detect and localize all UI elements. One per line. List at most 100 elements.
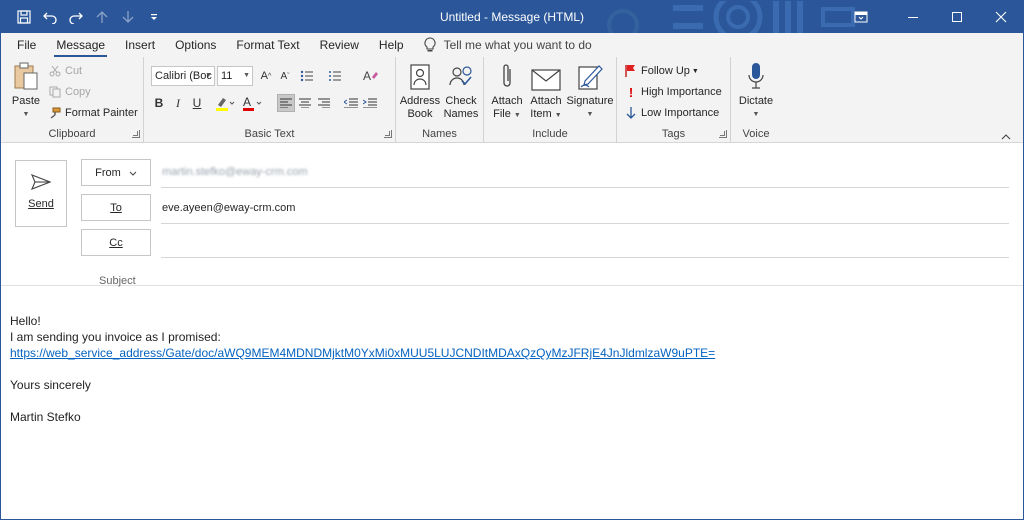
cc-divider: [161, 257, 1009, 258]
lightbulb-icon: [424, 37, 436, 52]
high-importance-button[interactable]: ! High Importance: [625, 82, 722, 102]
tab-review[interactable]: Review: [310, 33, 369, 57]
from-label: From: [95, 166, 121, 179]
signature-label: Signature: [566, 95, 614, 107]
copy-icon: [49, 86, 61, 98]
font-color-icon[interactable]: A: [241, 94, 263, 112]
include-group-label: Include: [532, 128, 568, 140]
numbering-icon[interactable]: [327, 67, 345, 85]
tab-message[interactable]: Message: [46, 33, 115, 57]
follow-up-label: Follow Up: [641, 65, 690, 77]
follow-up-button[interactable]: Follow Up ▼: [625, 61, 699, 81]
high-importance-label: High Importance: [641, 86, 722, 98]
microphone-icon: [747, 61, 765, 91]
align-left-icon[interactable]: [277, 94, 295, 112]
outlook-message-window: Untitled - Message (HTML) File Message I…: [0, 0, 1024, 520]
to-button[interactable]: To: [81, 194, 151, 221]
underline-button[interactable]: U: [188, 94, 206, 112]
low-importance-label: Low Importance: [641, 107, 720, 119]
customize-icon[interactable]: [141, 1, 167, 33]
window-controls: [839, 1, 1023, 33]
increase-indent-icon[interactable]: [361, 94, 379, 112]
message-body[interactable]: Hello! I am sending you invoice as I pro…: [10, 313, 715, 425]
names-group: Address Book Check Names Names: [396, 57, 484, 143]
redo-icon[interactable]: [63, 1, 89, 33]
grow-font-icon[interactable]: A ^: [257, 67, 275, 85]
voice-group: Dictate ▼ Voice: [731, 57, 781, 143]
low-importance-button[interactable]: Low Importance: [625, 103, 719, 123]
cc-label: Cc: [109, 236, 123, 249]
ribbon-display-icon[interactable]: [839, 1, 883, 33]
clipboard-launcher-icon[interactable]: [132, 130, 140, 138]
check-names-button[interactable]: Check Names: [441, 61, 481, 121]
size-dropdown-icon: ▼: [243, 72, 250, 79]
down-arrow-icon[interactable]: [115, 1, 141, 33]
send-button[interactable]: Send: [15, 160, 67, 227]
scissors-icon: [49, 65, 61, 77]
minimize-icon[interactable]: [891, 1, 935, 33]
align-center-icon[interactable]: [296, 94, 314, 112]
dictate-button[interactable]: Dictate ▼: [735, 61, 777, 121]
clear-formatting-icon[interactable]: A: [362, 67, 380, 85]
tab-format-text[interactable]: Format Text: [226, 33, 309, 57]
collapse-ribbon-icon[interactable]: [1001, 129, 1011, 140]
attach-file-button[interactable]: Attach File ▼: [488, 61, 526, 122]
undo-icon[interactable]: [37, 1, 63, 33]
italic-button[interactable]: I: [169, 94, 187, 112]
paperclip-icon: [500, 61, 514, 91]
paste-dropdown-icon[interactable]: ▼: [23, 108, 30, 121]
align-right-icon[interactable]: [315, 94, 333, 112]
cut-label: Cut: [65, 65, 83, 77]
format-painter-button[interactable]: Format Painter: [49, 103, 138, 123]
tab-insert[interactable]: Insert: [115, 33, 165, 57]
tab-options[interactable]: Options: [165, 33, 226, 57]
cc-field[interactable]: [162, 237, 1002, 253]
to-field[interactable]: eve.ayeen@eway-crm.com: [162, 202, 295, 214]
maximize-icon[interactable]: [935, 1, 979, 33]
shrink-font-icon[interactable]: Aˇ: [276, 67, 294, 85]
paste-icon: [13, 61, 39, 91]
paste-button[interactable]: Paste ▼: [7, 61, 45, 121]
attach-item-button[interactable]: Attach Item ▼: [526, 61, 566, 122]
send-label: Send: [28, 198, 54, 210]
body-greeting: Hello!: [10, 314, 41, 328]
subject-field[interactable]: [162, 273, 1002, 285]
flag-icon: [625, 64, 637, 78]
address-book-label-1: Address: [399, 95, 441, 107]
cc-button[interactable]: Cc: [81, 229, 151, 256]
font-name-combo[interactable]: Calibri (Boc ▼: [151, 66, 215, 86]
signature-dropdown-icon: ▼: [586, 111, 594, 118]
decrease-indent-icon[interactable]: [342, 94, 360, 112]
tell-me-box[interactable]: Tell me what you want to do: [414, 33, 592, 57]
invoice-link[interactable]: https://web_service_address/Gate/doc/aWQ…: [10, 346, 715, 360]
tags-launcher-icon[interactable]: [719, 130, 727, 138]
format-painter-label: Format Painter: [65, 107, 138, 119]
bullets-icon[interactable]: [299, 67, 317, 85]
cut-button[interactable]: Cut: [49, 61, 82, 81]
up-arrow-icon[interactable]: [89, 1, 115, 33]
chevron-down-icon: [129, 167, 137, 179]
attach-item-dropdown-icon: ▼: [554, 112, 562, 119]
address-book-icon: [409, 61, 431, 91]
font-size-combo[interactable]: 11 ▼: [217, 66, 253, 86]
basic-text-launcher-icon[interactable]: [384, 130, 392, 138]
from-button[interactable]: From: [81, 159, 151, 186]
bold-button[interactable]: B: [150, 94, 168, 112]
ribbon: Paste ▼ Cut Copy Format Painter Clipboar…: [1, 57, 1023, 143]
highlight-color-icon[interactable]: [214, 94, 236, 112]
font-dropdown-icon: ▼: [205, 72, 212, 79]
address-book-label-2: Book: [407, 108, 433, 120]
tags-group-label: Tags: [661, 128, 686, 140]
names-group-label: Names: [422, 128, 457, 140]
save-icon[interactable]: [11, 1, 37, 33]
attach-item-label-1: Attach: [530, 95, 562, 107]
tab-help[interactable]: Help: [369, 33, 414, 57]
copy-button[interactable]: Copy: [49, 82, 91, 102]
signature-button[interactable]: Signature ▼: [566, 61, 614, 121]
clipboard-group-label: Clipboard: [48, 128, 96, 140]
tab-file[interactable]: File: [7, 33, 46, 57]
close-icon[interactable]: [979, 1, 1023, 33]
signature-icon: [577, 61, 603, 91]
include-group: Attach File ▼ Attach Item ▼ Signature ▼ …: [484, 57, 617, 143]
address-book-button[interactable]: Address Book: [400, 61, 440, 121]
